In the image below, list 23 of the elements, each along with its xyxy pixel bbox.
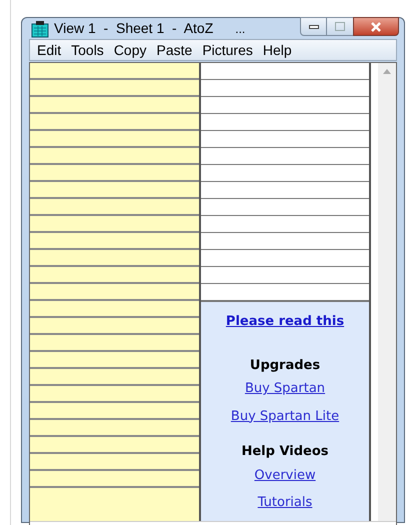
section-heading: Upgrades [250,356,320,374]
vertical-scrollbar[interactable] [378,63,396,520]
help-link[interactable]: Buy Spartan [244,379,326,398]
minimize-icon [308,24,318,28]
app-icon [31,20,49,38]
menu-item[interactable]: Help [258,40,297,60]
window-title: View 1 - Sheet 1 - AtoZ [54,19,214,38]
menu-item[interactable]: Edit [32,40,66,60]
close-icon [370,22,382,32]
close-button[interactable] [353,17,399,36]
maximize-icon [335,22,345,31]
menu-item[interactable]: Copy [108,40,152,60]
menu-item[interactable]: Tools [66,40,109,60]
please-read-link[interactable]: Please read this [226,312,344,332]
help-link[interactable]: Tutorials [258,493,312,512]
menu-item[interactable]: Pictures [197,40,258,60]
minimize-button[interactable] [300,17,327,36]
help-link[interactable]: Overview [254,466,316,485]
section-heading: Help Videos [241,443,329,461]
help-link[interactable]: Buy Spartan Lite [230,406,340,426]
scroll-up-icon[interactable] [383,69,391,74]
menu-item[interactable]: Paste [152,40,198,60]
title-ellipsis: ... [235,20,246,38]
